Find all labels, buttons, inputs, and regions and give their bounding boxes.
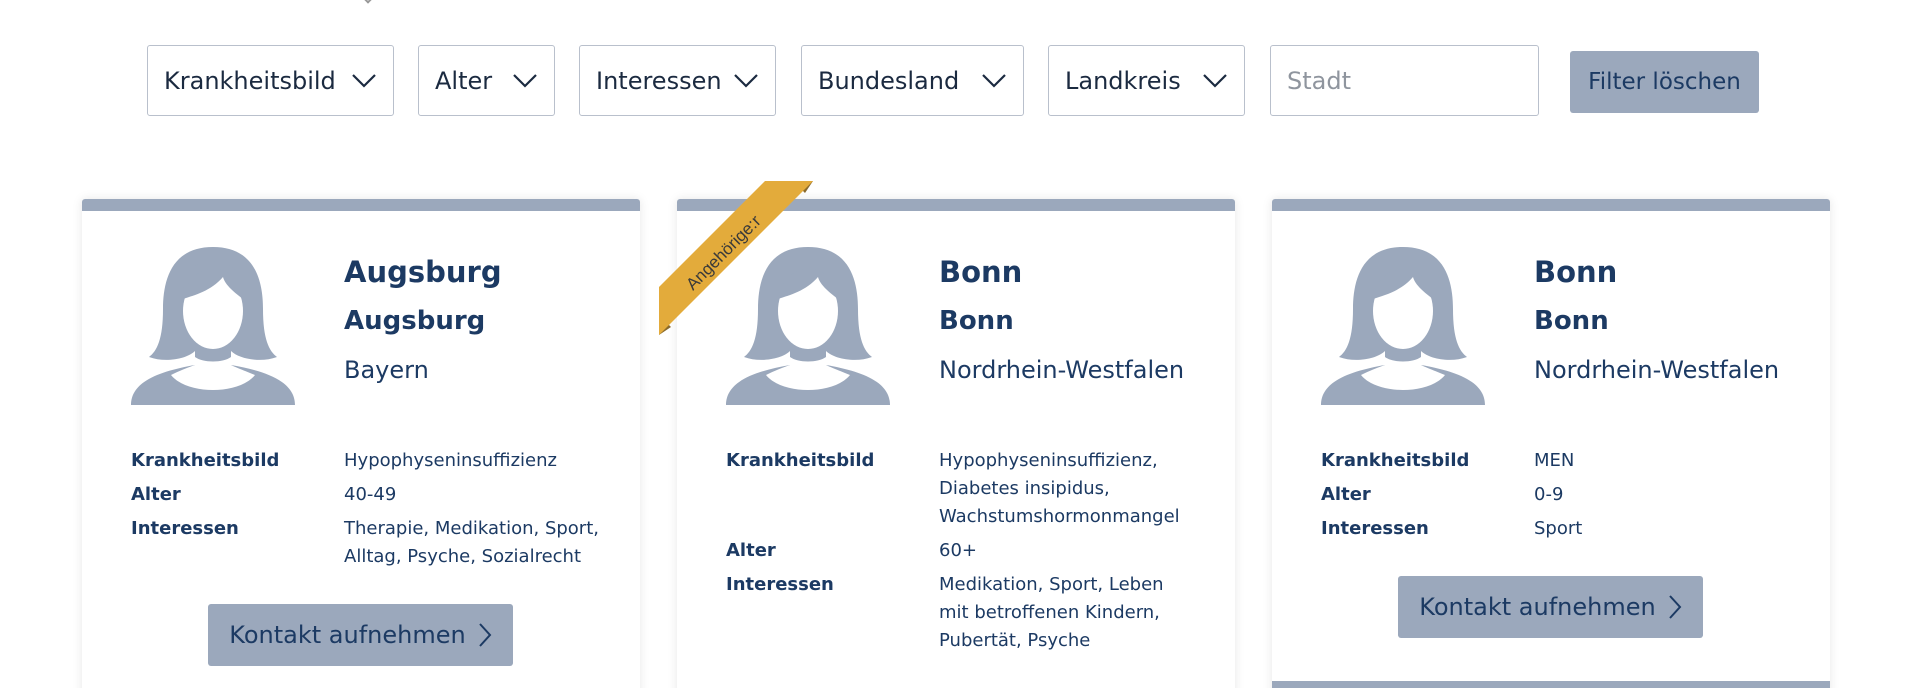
detail-value: 40-49 [344, 484, 397, 505]
card-state: Nordrhein-Westfalen [1534, 356, 1780, 384]
ribbon-shape: Angehörige:r [659, 181, 813, 335]
detail-value-line: Therapie, Medikation, Sport, [344, 518, 599, 539]
card-city: Augsburg [344, 255, 502, 289]
detail-label: Krankheitsbild [1321, 450, 1470, 471]
detail-value-line: Diabetes insipidus, [939, 478, 1110, 499]
contact-button[interactable]: Kontakt aufnehmen [1398, 576, 1703, 638]
contact-button[interactable]: Kontakt aufnehmen [208, 604, 513, 666]
filter-alter-label: Alter [435, 66, 493, 95]
chevron-right-icon [1668, 595, 1682, 619]
clear-filters-button[interactable]: Filter löschen [1570, 51, 1759, 113]
filter-interessen-label: Interessen [596, 66, 722, 95]
detail-label: Alter [131, 484, 181, 505]
detail-value-line: mit betroffenen Kindern, [939, 602, 1160, 623]
card-district: Augsburg [344, 306, 486, 336]
chevron-down-icon [513, 73, 537, 88]
filter-bundesland-select[interactable]: Bundesland [801, 45, 1024, 116]
detail-value: 0-9 [1534, 484, 1564, 505]
detail-value-line: Alltag, Psyche, Sozialrecht [344, 546, 582, 567]
filter-landkreis-label: Landkreis [1065, 66, 1181, 95]
contact-card: Augsburg Augsburg Bayern Krankheitsbild … [82, 199, 640, 688]
card-state: Nordrhein-Westfalen [939, 356, 1185, 384]
chevron-right-icon [478, 623, 492, 647]
detail-value: Hypophyseninsuffizienz [344, 450, 557, 471]
detail-value-line: Medikation, Sport, Leben [939, 574, 1164, 595]
female-avatar-icon [131, 247, 295, 405]
detail-value-line: Pubertät, Psyche [939, 630, 1091, 651]
detail-value-line: Wachstumshormonmangel [939, 506, 1180, 527]
filter-krankheitsbild-label: Krankheitsbild [164, 66, 336, 95]
detail-value: Sport [1534, 518, 1583, 539]
card-district: Bonn [939, 306, 1014, 336]
contact-button-label: Kontakt aufnehmen [229, 621, 466, 649]
chevron-down-icon [352, 73, 376, 88]
filter-krankheitsbild-select[interactable]: Krankheitsbild [147, 45, 394, 116]
detail-label: Alter [1321, 484, 1371, 505]
card-city: Bonn [1534, 255, 1618, 289]
detail-label: Alter [726, 540, 776, 561]
detail-value-line: Hypophyseninsuffizienz, [939, 450, 1158, 471]
detail-label: Interessen [1321, 518, 1429, 539]
detail-value: 60+ [939, 540, 977, 561]
detail-value: Medikation, Sport, Leben mit betroffenen… [939, 571, 1209, 655]
chevron-down-icon [1203, 73, 1227, 88]
chevron-down-icon [982, 73, 1006, 88]
filter-landkreis-select[interactable]: Landkreis [1048, 45, 1245, 116]
chevron-down-icon [734, 73, 758, 88]
page: Krankheitsbild Alter Interessen Bundesla… [0, 0, 1920, 688]
filter-alter-select[interactable]: Alter [418, 45, 555, 116]
card-top-bar [1272, 199, 1830, 211]
filter-interessen-select[interactable]: Interessen [579, 45, 776, 116]
detail-label: Interessen [726, 574, 834, 595]
female-avatar-icon [1321, 247, 1485, 405]
detail-value: MEN [1534, 450, 1575, 471]
card-state: Bayern [344, 356, 429, 384]
card-district: Bonn [1534, 306, 1609, 336]
card-bottom-bar [1272, 681, 1830, 688]
card-top-bar [82, 199, 640, 211]
detail-value: Therapie, Medikation, Sport, Alltag, Psy… [344, 515, 614, 571]
filter-bundesland-label: Bundesland [818, 66, 960, 95]
contact-button-label: Kontakt aufnehmen [1419, 593, 1656, 621]
relative-ribbon-badge: Angehörige:r [659, 181, 813, 335]
filter-stadt-input[interactable]: Stadt [1270, 45, 1539, 116]
detail-label: Krankheitsbild [726, 450, 875, 471]
contact-card: Bonn Bonn Nordrhein-Westfalen Krankheits… [1272, 199, 1830, 688]
detail-label: Krankheitsbild [131, 450, 280, 471]
chevron-down-icon [362, 0, 374, 4]
filter-stadt-placeholder: Stadt [1287, 66, 1351, 95]
detail-label: Interessen [131, 518, 239, 539]
detail-value: Hypophyseninsuffizienz, Diabetes insipid… [939, 447, 1209, 531]
card-city: Bonn [939, 255, 1023, 289]
